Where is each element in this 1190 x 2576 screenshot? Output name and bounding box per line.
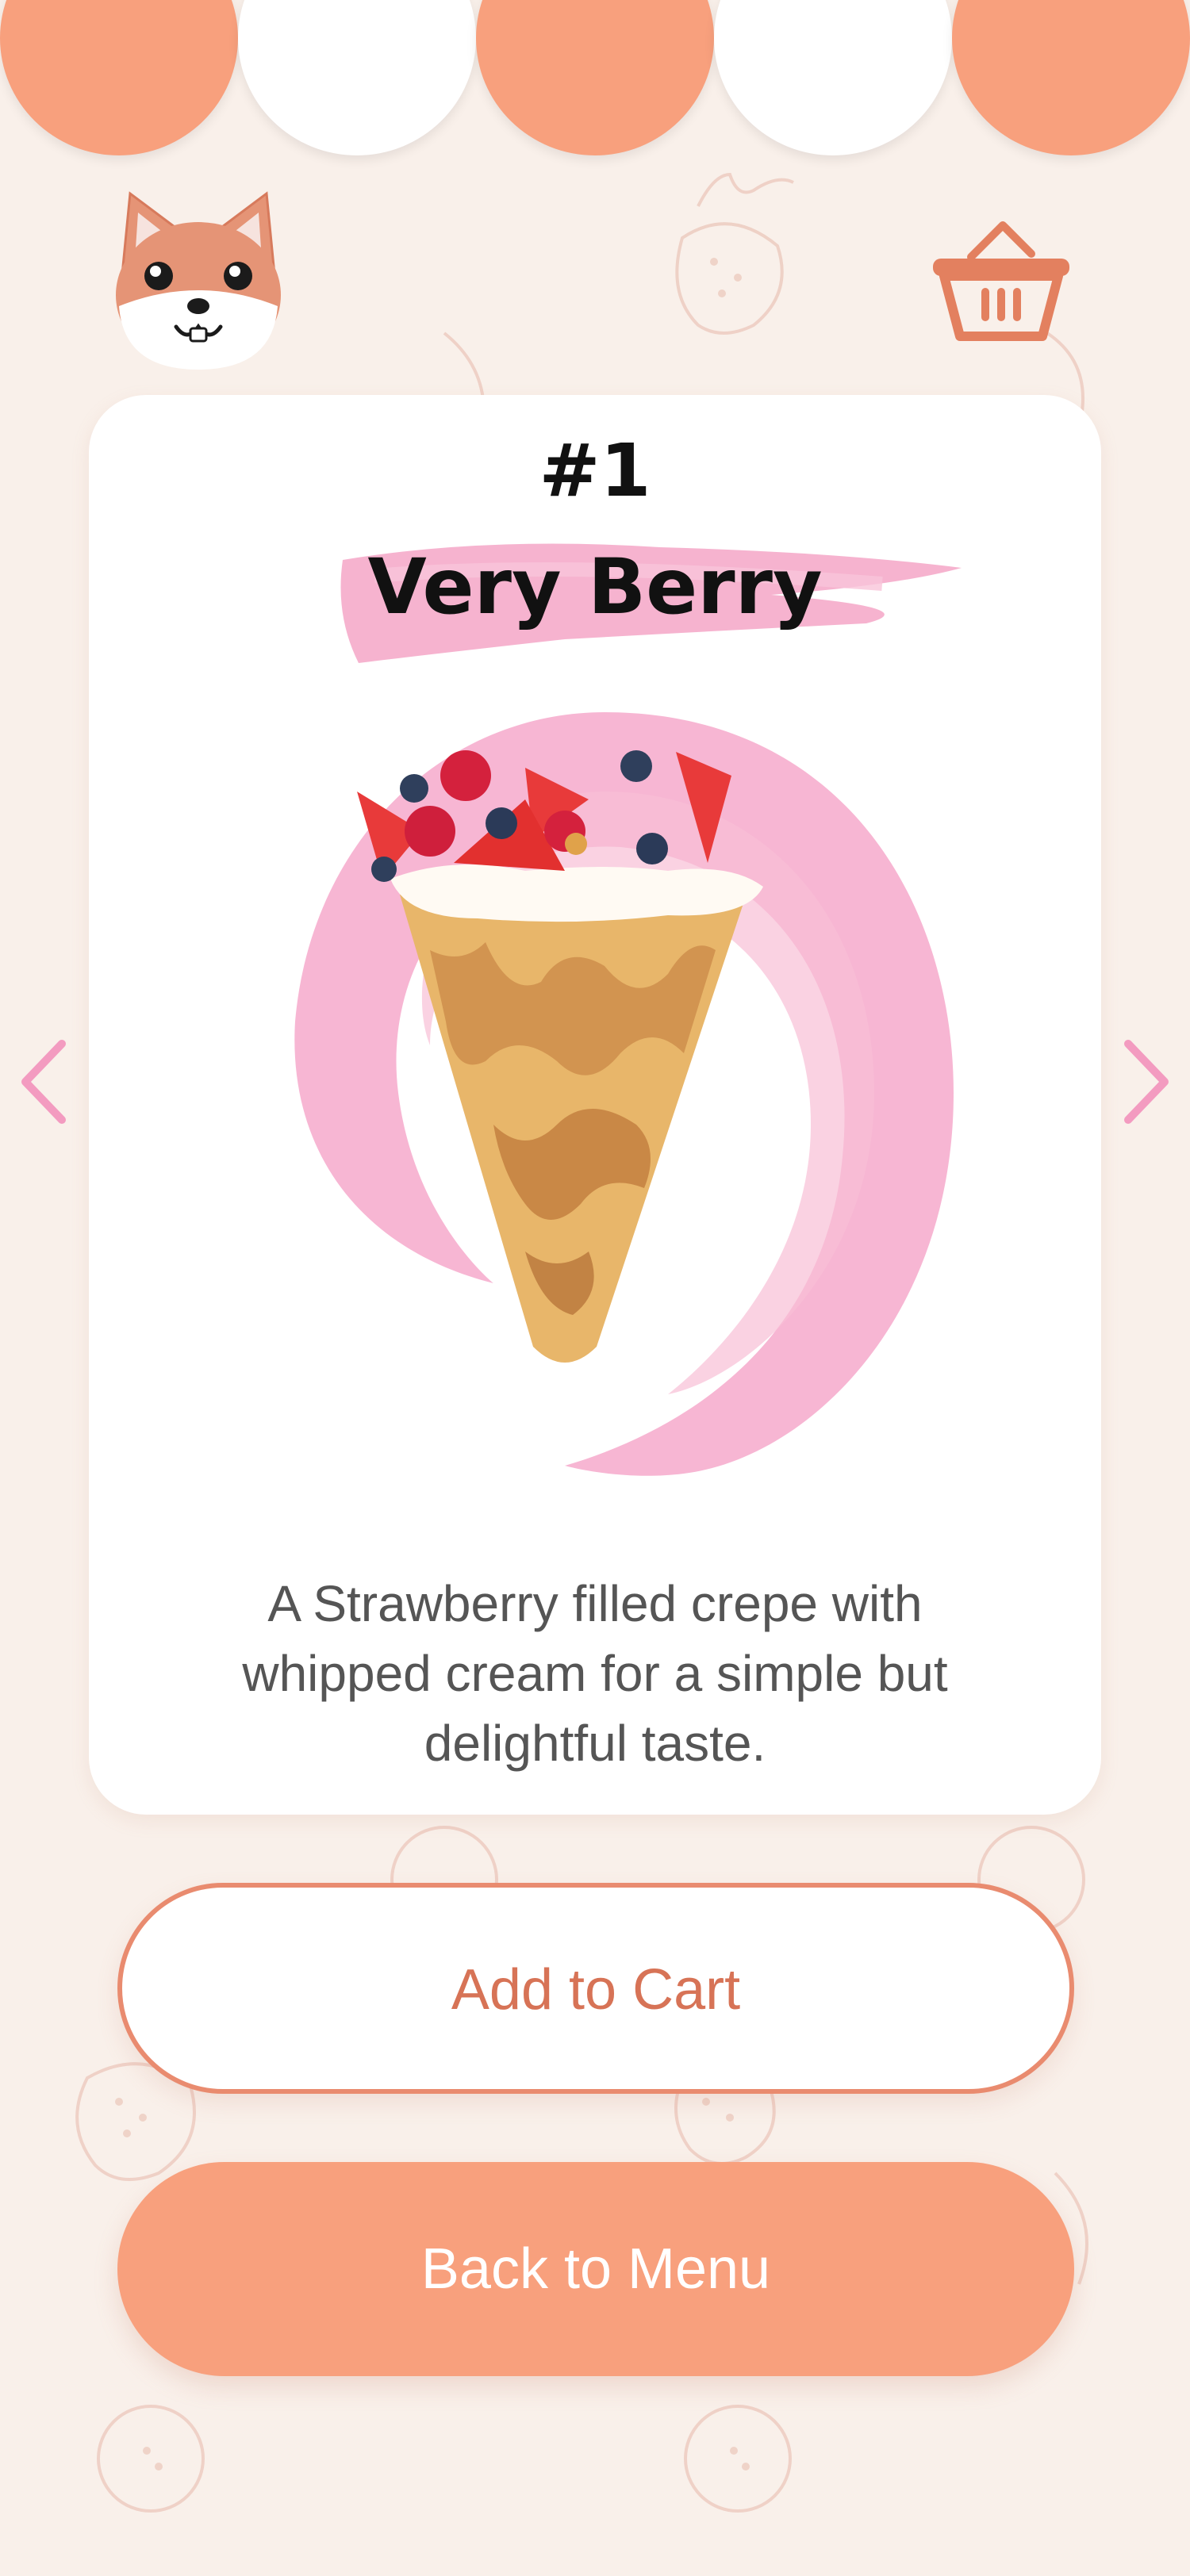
awning-scallop <box>476 0 714 155</box>
product-name: Very Berry <box>367 542 823 631</box>
chevron-left-icon[interactable] <box>14 1036 71 1128</box>
add-to-cart-button[interactable]: Add to Cart <box>117 1883 1074 2094</box>
product-number: #1 <box>539 428 651 513</box>
awning-scallop <box>714 0 952 155</box>
awning-scallop <box>238 0 476 155</box>
awning-scallop <box>952 0 1190 155</box>
shiba-dog-icon[interactable] <box>108 187 289 371</box>
awning-header <box>0 0 1190 159</box>
chevron-right-icon[interactable] <box>1119 1036 1176 1128</box>
berry-crepe-image <box>294 712 954 1476</box>
product-description: A Strawberry filled crepe with whipped c… <box>242 1575 948 1772</box>
product-card: #1 Very Berry A Strawberry filled crepe … <box>89 395 1101 1815</box>
back-to-menu-button[interactable]: Back to Menu <box>117 2162 1074 2376</box>
shopping-basket-icon[interactable] <box>930 219 1073 346</box>
awning-scallop <box>0 0 238 155</box>
